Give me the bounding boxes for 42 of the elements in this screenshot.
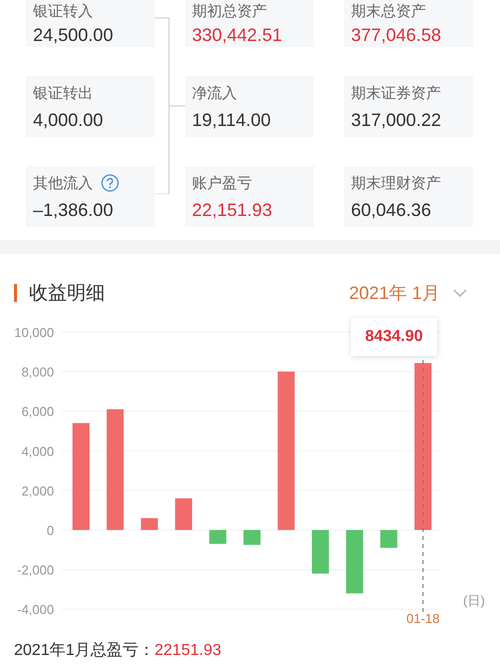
chart-bar <box>140 518 158 530</box>
axis-label: -2,000 <box>17 562 54 578</box>
card-label: 银证转出 <box>33 84 93 102</box>
axis-title: (日) <box>463 593 485 608</box>
card-value: 377,046.58 <box>351 25 442 46</box>
card-value: –1,386.00 <box>33 200 114 221</box>
chart-bar <box>380 530 398 548</box>
help-icon[interactable] <box>101 174 119 192</box>
axis-label: 10,000 <box>14 325 54 340</box>
total-text: 2021年1月总盈亏：22151.93 <box>13 641 222 661</box>
chart-bar <box>244 530 260 545</box>
card-label: 账户盈亏 <box>192 174 252 192</box>
card-value: 24,500.00 <box>33 25 114 46</box>
axis-label: 4,000 <box>21 444 54 459</box>
card-value: 60,046.36 <box>351 200 432 221</box>
caret-icon <box>452 288 468 298</box>
chart-bar <box>346 530 364 594</box>
card-label: 期末证券资产 <box>351 84 441 102</box>
card-label: 其他流入 <box>33 174 93 192</box>
month-selector[interactable]: 2021年 1月 <box>348 281 486 305</box>
card-label: 银证转入 <box>33 2 93 20</box>
chart-bar <box>209 530 226 544</box>
card-label: 期末理财资产 <box>351 174 441 192</box>
chart-bar <box>175 498 192 530</box>
axis-label: 6,000 <box>21 404 54 420</box>
axis-label: -4,000 <box>17 602 54 618</box>
card-label: 期末总资产 <box>351 2 426 20</box>
axis-label: 8,000 <box>21 364 54 380</box>
card-value: 4,000.00 <box>33 110 104 131</box>
card-value: 19,114.00 <box>192 110 272 131</box>
accent-bar <box>14 284 17 302</box>
chart-bar <box>312 530 329 574</box>
axis-label: 2,000 <box>21 483 54 498</box>
card-value: 22,151.93 <box>192 200 274 221</box>
section-title: 收益明细 <box>29 282 106 306</box>
value-tooltip: 8434.90 <box>351 318 437 356</box>
card-value: 317,000.22 <box>351 110 442 131</box>
card-label: 净流入 <box>192 84 237 102</box>
axis-label: 0 <box>46 523 54 538</box>
card-value: 330,442.51 <box>192 25 284 46</box>
axis-label: 01-18 <box>406 611 440 626</box>
card-label: 期初总资产 <box>192 2 267 20</box>
